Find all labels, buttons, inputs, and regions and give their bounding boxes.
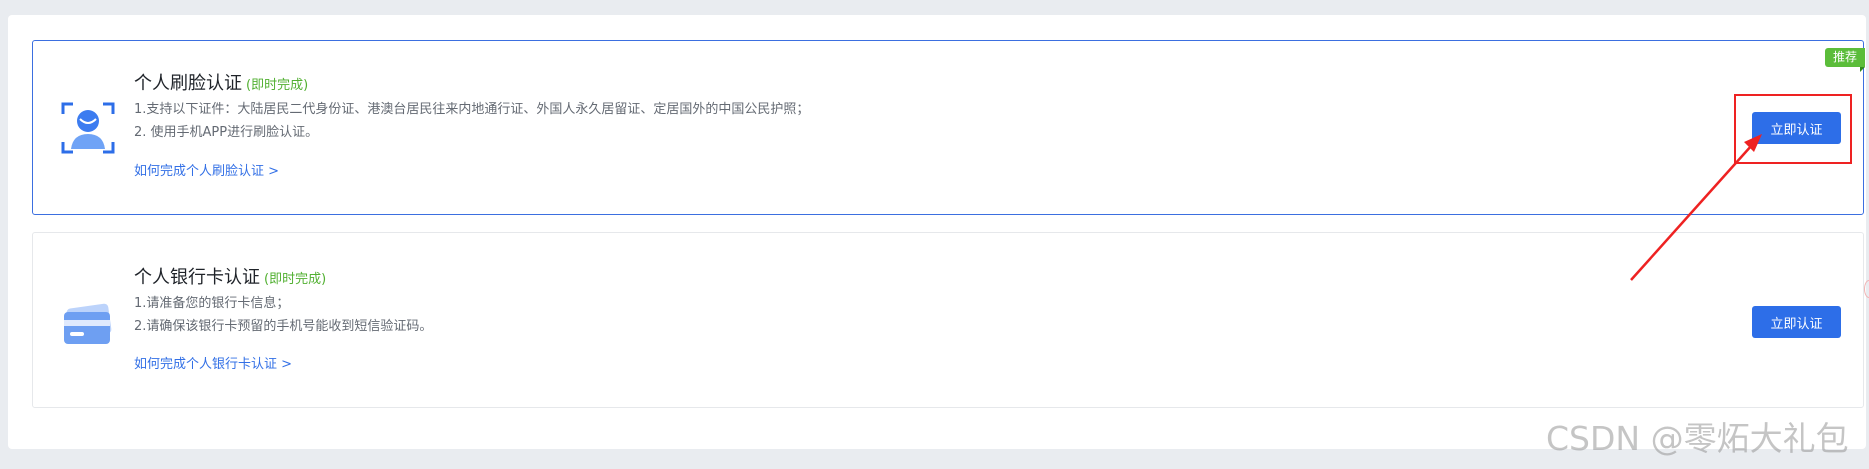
instant-tag: (即时完成)	[246, 78, 309, 93]
instant-tag: (即时完成)	[264, 272, 327, 287]
card-description: 1.请准备您的银行卡信息； 2.请确保该银行卡预留的手机号能收到短信验证码。	[134, 292, 432, 338]
card-title-text: 个人银行卡认证	[134, 267, 260, 288]
bank-card-verification-card[interactable]: 个人银行卡认证 (即时完成) 1.请准备您的银行卡信息； 2.请确保该银行卡预留的…	[32, 232, 1864, 408]
card-description: 1.支持以下证件：大陆居民二代身份证、港澳台居民往来内地通行证、外国人永久居留证…	[134, 98, 809, 144]
description-line: 2. 使用手机APP进行刷脸认证。	[134, 125, 319, 140]
card-title-text: 个人刷脸认证	[134, 73, 242, 94]
bank-card-verify-button[interactable]: 立即认证	[1752, 306, 1841, 338]
description-line: 2.请确保该银行卡预留的手机号能收到短信验证码。	[134, 319, 433, 334]
watermark: CSDN @零炻大礼包	[1546, 419, 1849, 458]
how-to-bank-card-verify-link[interactable]: 如何完成个人银行卡认证 >	[134, 353, 292, 372]
verification-panel: 推荐 个人刷脸认证 (即时完成) 1.支持以下证件：大陆居民二代身份证、港澳台居民…	[8, 15, 1866, 449]
how-to-face-verify-link[interactable]: 如何完成个人刷脸认证 >	[134, 160, 279, 179]
card-title: 个人刷脸认证 (即时完成)	[134, 69, 308, 95]
face-scan-icon	[61, 102, 115, 154]
recommended-badge: 推荐	[1825, 48, 1865, 72]
edge-indicator	[1864, 280, 1869, 298]
bank-card-icon	[64, 303, 112, 344]
face-verification-card[interactable]: 推荐 个人刷脸认证 (即时完成) 1.支持以下证件：大陆居民二代身份证、港澳台居民…	[32, 40, 1865, 215]
card-title: 个人银行卡认证 (即时完成)	[134, 263, 326, 289]
annotation-highlight-box	[1734, 94, 1852, 164]
description-line: 1.支持以下证件：大陆居民二代身份证、港澳台居民往来内地通行证、外国人永久居留证…	[134, 102, 810, 117]
description-line: 1.请准备您的银行卡信息；	[134, 296, 290, 311]
